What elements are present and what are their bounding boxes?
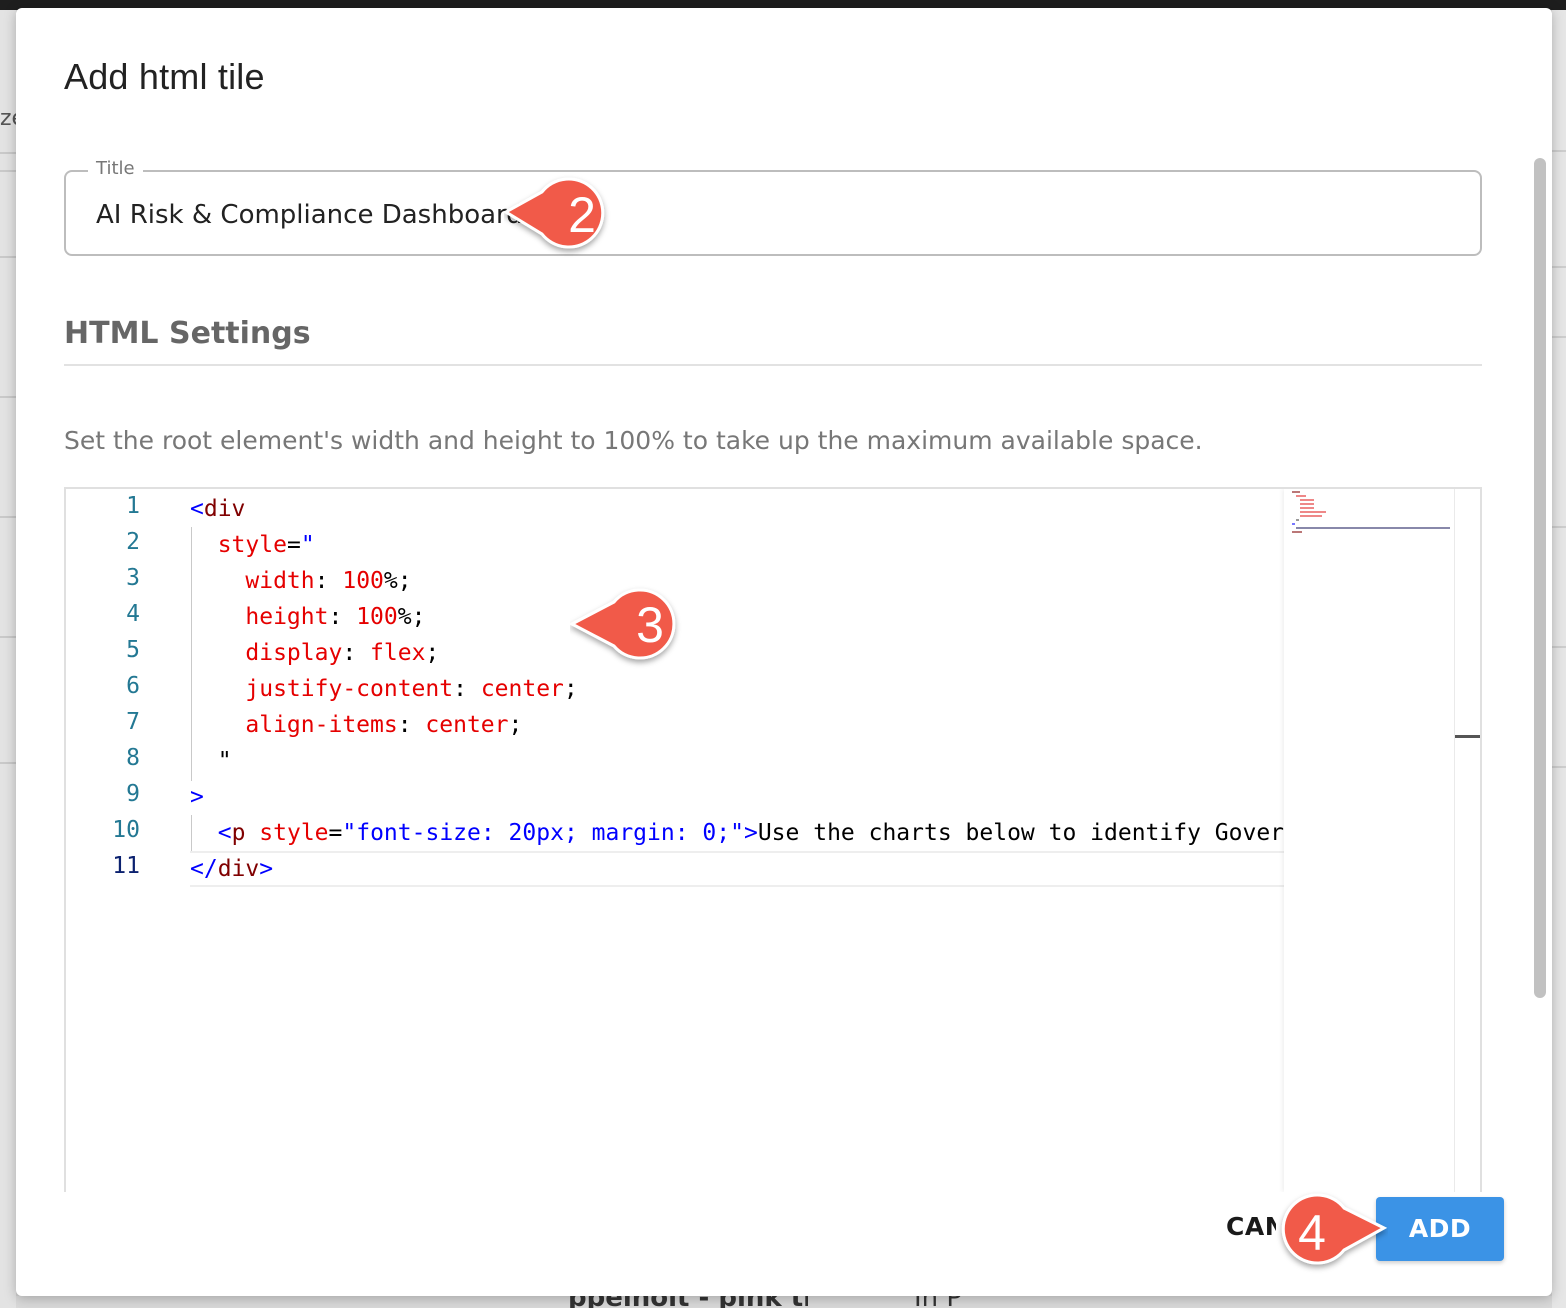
callout-4: 4 xyxy=(1262,1186,1388,1282)
title-field-label: Title xyxy=(88,158,143,179)
hint-text: Set the root element's width and height … xyxy=(64,426,1203,455)
code-editor[interactable]: 1 2 3 4 5 6 7 8 9 10 11 <div style=" wid… xyxy=(64,487,1482,1192)
code-line: display: flex; xyxy=(245,640,440,666)
code-line: width: 100%; xyxy=(245,568,412,594)
callout-3: 3 xyxy=(568,576,700,672)
background-app-left xyxy=(0,10,16,1308)
line-number: 2 xyxy=(126,529,140,555)
line-number: 8 xyxy=(126,745,140,771)
code-line: height: 100%; xyxy=(245,604,426,630)
line-number: 7 xyxy=(126,709,140,735)
add-button[interactable]: ADD xyxy=(1376,1197,1504,1261)
add-html-tile-dialog: Add html tile Title AI Risk & Compliance… xyxy=(16,8,1552,1296)
callout-2: 2 xyxy=(503,170,630,264)
line-number: 4 xyxy=(126,601,140,627)
callout-number: 2 xyxy=(568,187,596,243)
dialog-title: Add html tile xyxy=(64,56,265,97)
line-number: 9 xyxy=(126,781,140,807)
line-number-active: 11 xyxy=(112,853,140,879)
section-divider xyxy=(64,364,1482,366)
line-number: 5 xyxy=(126,637,140,663)
background-app-right xyxy=(1552,10,1566,1308)
code-minimap[interactable] xyxy=(1284,489,1454,1192)
callout-number: 3 xyxy=(636,597,664,653)
dialog-scrollbar[interactable] xyxy=(1534,158,1546,998)
minimap-slider[interactable] xyxy=(1455,735,1480,738)
code-line: <div xyxy=(190,496,246,522)
line-number: 1 xyxy=(126,493,140,519)
title-field-value[interactable]: AI Risk & Compliance Dashboard xyxy=(96,200,523,230)
line-number-gutter: 1 2 3 4 5 6 7 8 9 10 11 xyxy=(66,489,176,1192)
code-line: align-items: center; xyxy=(245,712,523,738)
code-line: </div> xyxy=(190,856,274,882)
minimap-scrollbar[interactable] xyxy=(1454,489,1480,1192)
code-line: style=" xyxy=(217,532,315,558)
title-field[interactable]: Title AI Risk & Compliance Dashboard xyxy=(64,158,1482,256)
code-area[interactable]: <div style=" width: 100%; height: 100%; … xyxy=(190,489,1284,1192)
code-line: > xyxy=(190,784,204,810)
line-number: 10 xyxy=(112,817,140,843)
callout-number: 4 xyxy=(1298,1205,1326,1261)
line-number: 6 xyxy=(126,673,140,699)
code-line: justify-content: center; xyxy=(245,676,578,702)
code-line: <p style="font-size: 20px; margin: 0;">U… xyxy=(217,820,1284,846)
html-settings-heading: HTML Settings xyxy=(64,316,311,351)
code-line: " xyxy=(217,748,232,774)
line-number: 3 xyxy=(126,565,140,591)
